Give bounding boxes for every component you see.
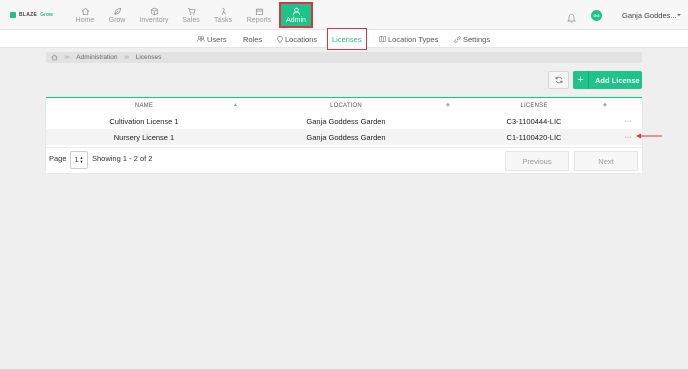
- users-icon: [197, 36, 205, 42]
- tab-settings[interactable]: Settings: [454, 30, 490, 48]
- column-header-name[interactable]: NAME: [46, 98, 242, 113]
- tab-location-types[interactable]: Location Types: [379, 30, 438, 48]
- cell-license: C3-1100444-LIC: [506, 116, 562, 126]
- page-select[interactable]: 1 ▲ ▼: [70, 151, 88, 169]
- tab-users[interactable]: Users: [197, 30, 227, 48]
- annotation-arrow-icon: [636, 133, 662, 139]
- tab-licenses-label: Licenses: [332, 34, 362, 44]
- breadcrumb-separator-icon: ≫: [123, 55, 130, 61]
- nav-reports[interactable]: Reports: [242, 2, 276, 28]
- user-menu-name[interactable]: Ganja Goddes...: [622, 11, 677, 20]
- bell-icon: [567, 14, 576, 23]
- showing-count: Showing 1 - 2 of 2: [92, 154, 153, 163]
- next-button[interactable]: Next: [574, 151, 638, 171]
- nav-reports-label: Reports: [246, 17, 272, 24]
- map-pin-icon: [277, 35, 283, 43]
- cell-location: Ganja Goddess Garden: [306, 132, 386, 142]
- cell-name: Cultivation License 1: [109, 116, 179, 126]
- avatar[interactable]: GG: [591, 10, 602, 21]
- sort-icon[interactable]: ◆: [603, 102, 607, 108]
- previous-button[interactable]: Previous: [505, 151, 569, 171]
- column-header-location[interactable]: LOCATION: [242, 98, 450, 113]
- cell-location: Ganja Goddess Garden: [306, 116, 386, 126]
- licenses-table: NAME ▲ LOCATION ◆ LICENSE ◆ Cultivation …: [46, 97, 642, 173]
- nav-grow[interactable]: Grow: [100, 2, 134, 28]
- nav-grow-label: Grow: [108, 17, 126, 24]
- nav-sales-label: Sales: [182, 17, 200, 24]
- tab-locations-label: Locations: [285, 34, 318, 44]
- top-navbar: BLAZE Grow Home Grow Inventory Sales Tas…: [0, 0, 688, 30]
- tab-locations[interactable]: Locations: [277, 30, 317, 48]
- home-icon[interactable]: [51, 54, 58, 61]
- stepper-icon: ▲ ▼: [79, 155, 84, 164]
- table-row[interactable]: Nursery License 1 Ganja Goddess Garden C…: [46, 129, 642, 145]
- nav-tasks[interactable]: Tasks: [206, 2, 240, 28]
- link-icon: [454, 35, 461, 43]
- page-select-value: 1: [74, 156, 79, 164]
- chevron-down-icon[interactable]: [677, 14, 681, 16]
- column-header-license[interactable]: LICENSE: [450, 98, 618, 113]
- leaf-icon: [113, 7, 121, 15]
- box-icon: [150, 7, 158, 16]
- cart-icon: [187, 7, 196, 16]
- tab-licenses[interactable]: Licenses: [327, 28, 367, 50]
- brand-logo[interactable]: BLAZE Grow: [10, 12, 53, 18]
- sort-asc-icon[interactable]: ▲: [233, 102, 238, 108]
- notification-bell[interactable]: [567, 10, 576, 28]
- add-license-button[interactable]: + Add License: [573, 71, 642, 89]
- nav-inventory[interactable]: Inventory: [137, 2, 171, 28]
- brand-product: Grow: [40, 12, 53, 18]
- map-icon: [379, 36, 386, 42]
- table-row[interactable]: Cultivation License 1 Ganja Goddess Gard…: [46, 113, 642, 129]
- tab-location-types-label: Location Types: [388, 34, 439, 44]
- nav-admin-label: Admin: [286, 17, 306, 24]
- refresh-button[interactable]: [548, 71, 569, 89]
- breadcrumb-separator-icon: ≫: [64, 55, 71, 61]
- tab-users-label: Users: [207, 34, 227, 44]
- nav-sales[interactable]: Sales: [174, 2, 208, 28]
- nav-admin[interactable]: Admin: [279, 2, 313, 28]
- cell-license: C1-1100420-LIC: [506, 132, 562, 142]
- user-icon: [292, 7, 300, 16]
- admin-subnav: Users Roles Locations Licenses Location …: [0, 28, 688, 50]
- tab-roles[interactable]: Roles: [243, 30, 262, 48]
- page-label: Page: [49, 154, 67, 163]
- breadcrumb-item-licenses: Licenses: [135, 54, 162, 61]
- nav-inventory-label: Inventory: [139, 17, 169, 24]
- plus-icon: +: [573, 71, 589, 89]
- refresh-icon: [555, 76, 562, 84]
- breadcrumb-item-administration[interactable]: Administration: [76, 54, 117, 61]
- nav-home[interactable]: Home: [68, 2, 102, 28]
- tab-settings-label: Settings: [463, 34, 491, 44]
- brand-name: BLAZE: [19, 12, 38, 18]
- table-pagination: Page 1 ▲ ▼ Showing 1 - 2 of 2 Previous Ne…: [46, 147, 642, 173]
- tab-roles-label: Roles: [243, 34, 263, 44]
- home-icon: [81, 7, 89, 16]
- tasks-icon: [221, 7, 226, 16]
- more-options-icon[interactable]: ···: [621, 113, 635, 129]
- logo-mark-icon: [10, 12, 16, 18]
- cell-name: Nursery License 1: [113, 132, 175, 142]
- breadcrumb: ≫ Administration ≫ Licenses: [46, 52, 642, 63]
- nav-tasks-label: Tasks: [214, 17, 232, 24]
- add-license-label: Add License: [595, 75, 640, 85]
- table-header: NAME ▲ LOCATION ◆ LICENSE ◆: [46, 97, 642, 112]
- more-options-icon[interactable]: ···: [621, 129, 635, 145]
- reports-icon: [255, 8, 263, 16]
- nav-home-label: Home: [75, 17, 95, 24]
